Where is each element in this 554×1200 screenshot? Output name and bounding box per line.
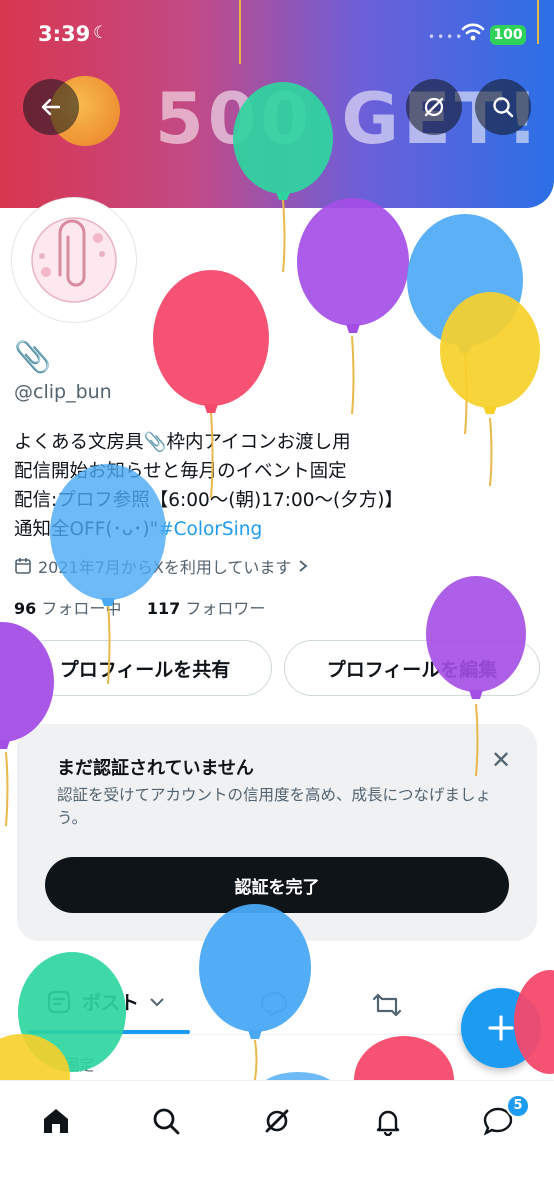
profile-bio: よくある文房具📎枠内アイコンお渡し用 配信開始お知らせと毎月のイベント固定 配信…	[14, 428, 403, 544]
search-icon	[153, 1108, 180, 1135]
following-count: 96	[14, 599, 37, 618]
bio-line: 配信:プロフ参照【6:00～(朝)17:00～(夕方)】	[14, 490, 403, 511]
edit-profile-button[interactable]: プロフィールを編集	[284, 640, 540, 696]
grok-button[interactable]	[406, 79, 462, 135]
followers-link[interactable]: 117 フォロワー	[147, 599, 266, 618]
search-icon	[493, 97, 514, 118]
signal-icon: ••••	[428, 30, 465, 44]
bio-line: 配信開始お知らせと毎月のイベント固定	[14, 461, 347, 482]
compose-button[interactable]	[461, 988, 541, 1068]
joined-date[interactable]: 2021年7月からXを利用しています	[14, 554, 309, 578]
complete-verification-button[interactable]: 認証を完了	[45, 857, 509, 913]
nav-notifications[interactable]	[366, 1099, 410, 1143]
wifi-icon	[461, 23, 485, 41]
bio-line: 通知全OFF(･ᴗ･)"#ColorSing	[14, 515, 403, 544]
bio-line: よくある文房具📎枠内アイコンお渡し用	[14, 432, 351, 453]
moon-icon: ☾	[93, 23, 109, 43]
posts-icon	[47, 990, 71, 1013]
pinned-label: 固定	[64, 1056, 95, 1074]
paperclip-avatar-art	[31, 217, 117, 303]
joined-text: 2021年7月からXを利用しています	[38, 558, 292, 577]
speech-bubble-icon[interactable]	[258, 990, 290, 1018]
following-link[interactable]: 96 フォロー中	[14, 599, 121, 618]
back-button[interactable]	[23, 79, 79, 135]
display-name: 📎	[14, 340, 52, 375]
follow-counts: 96 フォロー中 117 フォロワー	[14, 595, 265, 619]
grok-icon	[424, 97, 444, 117]
verification-title: まだ認証されていません	[57, 758, 254, 779]
hashtag-link[interactable]: #ColorSing	[158, 519, 262, 540]
profile-handle: @clip_bun	[14, 381, 112, 403]
close-icon[interactable]: ✕	[491, 746, 511, 774]
grok-icon	[265, 1109, 289, 1133]
bottom-nav	[0, 1080, 554, 1200]
nav-search[interactable]	[144, 1099, 188, 1143]
following-label: フォロー中	[41, 599, 122, 618]
status-time: 3:39	[38, 22, 91, 46]
plus-icon	[488, 1015, 514, 1041]
followers-label: フォロワー	[185, 599, 266, 618]
repost-icon[interactable]	[370, 991, 404, 1019]
tab-posts[interactable]: ポスト	[46, 988, 165, 1015]
back-arrow-icon	[41, 98, 61, 116]
verification-card: まだ認証されていません ✕ 認証を受けてアカウントの信用度を高め、成長につなげま…	[17, 724, 537, 941]
home-icon	[44, 1109, 68, 1133]
messages-badge: 5	[506, 1094, 530, 1118]
calendar-icon	[15, 558, 31, 574]
bio-line-text: 通知全OFF(･ᴗ･)"	[14, 519, 159, 540]
tab-posts-label: ポスト	[82, 992, 140, 1014]
battery-indicator: 100	[490, 25, 526, 45]
verification-description: 認証を受けてアカウントの信用度を高め、成長につなげましょう。	[57, 786, 492, 827]
chevron-down-icon	[150, 997, 164, 1006]
active-tab-indicator	[28, 1030, 190, 1034]
share-profile-button[interactable]: プロフィールを共有	[18, 640, 272, 696]
nav-grok[interactable]	[255, 1099, 299, 1143]
nav-home[interactable]	[34, 1099, 78, 1143]
bell-icon	[376, 1110, 400, 1136]
followers-count: 117	[146, 599, 181, 618]
chevron-right-icon	[299, 560, 308, 572]
avatar[interactable]	[12, 198, 136, 322]
search-button[interactable]	[475, 79, 531, 135]
